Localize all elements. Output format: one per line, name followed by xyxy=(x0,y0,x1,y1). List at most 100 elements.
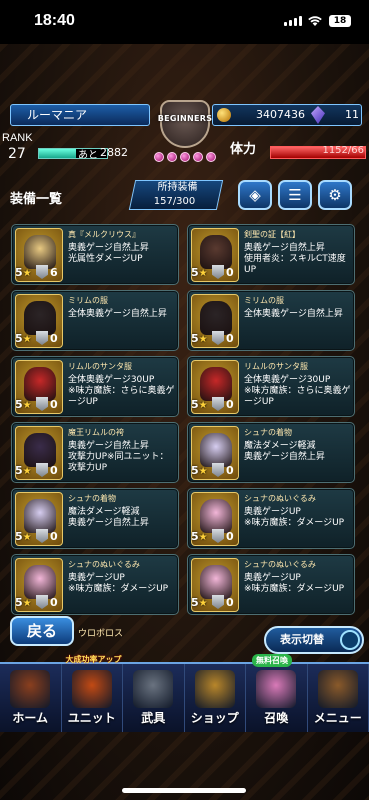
owned-equipment-counter: 所持装備 157/300 xyxy=(128,180,224,210)
gem-icon xyxy=(193,152,204,162)
equipment-card[interactable]: 5★ 0 シュナの着物 魔法ダメージ軽減 奥義ゲージ自然上昇 xyxy=(11,488,179,549)
star-rarity: 5★ xyxy=(15,398,32,411)
nav-item[interactable]: ホーム xyxy=(0,664,62,732)
star-rarity: 5★ xyxy=(191,464,208,477)
equipment-card[interactable]: 5★ 0 リムルのサンタ服 全体奥義ゲージ30UP ※味方魔族：さらに奥義ゲージUP xyxy=(187,356,355,417)
equipment-card[interactable]: 5★ 0 シュナのぬいぐるみ 奥義ゲージUP ※味方魔族：ダメージUP xyxy=(187,488,355,549)
sort-button[interactable]: ☰ xyxy=(278,180,312,210)
cellular-signal-icon xyxy=(284,16,302,26)
star-icon: ★ xyxy=(22,532,32,543)
nav-item[interactable]: 武具 xyxy=(123,664,185,732)
equipment-card[interactable]: 5★ 0 シュナのぬいぐるみ 奥義ゲージUP ※味方魔族：ダメージUP xyxy=(11,554,179,615)
enhance-level: 0 xyxy=(226,332,234,345)
equipment-card[interactable]: 5★ 0 シュナの着物 魔法ダメージ軽減 奥義ゲージ自然上昇 xyxy=(187,422,355,483)
nav-item[interactable]: メニュー xyxy=(308,664,369,732)
equipment-name: シュナの着物 xyxy=(244,428,292,437)
star-icon: ★ xyxy=(22,400,32,411)
equipment-card[interactable]: 5★ 0 ミリムの服 全体奥義ゲージ自然上昇 xyxy=(187,290,355,351)
nav-badge: 無料召喚 xyxy=(252,654,292,667)
emblem-gems xyxy=(152,152,218,162)
refresh-icon xyxy=(340,630,360,650)
settings-button[interactable]: ⚙ xyxy=(318,180,352,210)
nav-item[interactable]: 無料召喚 召喚 xyxy=(246,654,308,732)
equipment-card[interactable]: 5★ 6 真『メルクリウス』 奥義ゲージ自然上昇 光属性ダメージUP xyxy=(11,224,179,285)
stamina-label: 体力 xyxy=(230,142,257,157)
sliders-icon: ☰ xyxy=(288,186,302,204)
equipment-name: ミリムの服 xyxy=(68,296,108,305)
star-icon: ★ xyxy=(22,268,32,279)
enhance-level: 0 xyxy=(50,332,58,345)
equipment-effect: 全体奥義ゲージ自然上昇 xyxy=(68,309,167,319)
gem-icon xyxy=(206,152,217,162)
equipment-effect: 奥義ゲージ自然上昇 光属性ダメージUP xyxy=(68,243,149,264)
star-icon: ★ xyxy=(22,598,32,609)
equipment-art-icon xyxy=(200,301,232,335)
equipment-effect: 奥義ゲージUP ※味方魔族：ダメージUP xyxy=(68,573,169,594)
rank-value: 27 xyxy=(8,146,26,162)
nav-item[interactable]: ショップ xyxy=(185,664,246,732)
equipment-card[interactable]: 5★ 0 剣聖の証【紅】 奥義ゲージ自然上昇 使用者炎：スキルCT速度UP xyxy=(187,224,355,285)
equipment-name: シュナのぬいぐるみ xyxy=(68,560,140,569)
star-rarity: 5★ xyxy=(15,530,32,543)
star-icon: ★ xyxy=(198,598,208,609)
star-icon: ★ xyxy=(198,532,208,543)
equipment-name: リムルのサンタ服 xyxy=(68,362,132,371)
gem-icon xyxy=(179,152,190,162)
back-button[interactable]: 戻る xyxy=(10,616,74,646)
equipment-effect: 奥義ゲージUP ※味方魔族：ダメージUP xyxy=(244,573,345,594)
equipment-card[interactable]: 5★ 0 シュナのぬいぐるみ 奥義ゲージUP ※味方魔族：ダメージUP xyxy=(187,554,355,615)
bottom-navigation: ホーム 大成功率アップ ユニット武具 ショップ 無料召喚 召喚 メニュー xyxy=(0,654,369,732)
equipment-card[interactable]: 5★ 0 ミリムの服全体奥義ゲージ自然上昇 xyxy=(11,290,179,351)
partial-item-name: ウロボロス xyxy=(78,629,124,639)
enhance-level: 0 xyxy=(226,530,234,543)
star-rarity: 5★ xyxy=(191,596,208,609)
stamina-value: 1152/66 xyxy=(322,145,364,156)
equipment-art-icon xyxy=(24,565,56,599)
equipment-art-icon xyxy=(200,499,232,533)
enhance-level: 0 xyxy=(226,596,234,609)
star-rarity: 5★ xyxy=(15,266,32,279)
star-rarity: 5★ xyxy=(15,464,32,477)
star-icon: ★ xyxy=(198,268,208,279)
nav-icon xyxy=(317,670,358,708)
nav-badge: 大成功率アップ xyxy=(65,655,122,664)
equipment-card[interactable]: 5★ 0 リムルのサンタ服全体奥義ゲージ30UP ※味方魔族：さらに奥義ゲージUP xyxy=(11,356,179,417)
player-name[interactable]: ルーマニア xyxy=(10,104,150,126)
equipment-effect: 全体奥義ゲージ自然上昇 xyxy=(244,309,343,319)
enhance-level: 0 xyxy=(226,398,234,411)
equipment-name: 真『メルクリウス』 xyxy=(68,230,140,239)
gold-amount: 3407436 xyxy=(256,108,305,121)
equipment-name: 魔王リムルの袴 xyxy=(68,428,124,437)
game-screen: ルーマニア BEGINNERS 3407436 11 RANK 27 あと 28… xyxy=(0,44,369,800)
equipment-effect: 奥義ゲージUP ※味方魔族：ダメージUP xyxy=(244,507,345,528)
equipment-name: 剣聖の証【紅】 xyxy=(244,230,300,239)
nav-label: 武具 xyxy=(141,711,166,725)
nav-item[interactable]: 大成功率アップ ユニット xyxy=(62,655,123,732)
equipment-name: シュナの着物 xyxy=(68,494,116,503)
enhance-level: 0 xyxy=(50,398,58,411)
exp-prefix: あと xyxy=(78,150,98,161)
tag-icon: ◈ xyxy=(249,186,261,204)
equipment-art-icon xyxy=(200,235,232,269)
battery-icon: 18 xyxy=(329,15,351,27)
star-rarity: 5★ xyxy=(15,596,32,609)
currency-panel[interactable]: 3407436 11 xyxy=(212,104,362,126)
magic-stone-icon xyxy=(311,106,325,124)
equipment-card[interactable]: 5★ 0 魔王リムルの袴 奥義ゲージ自然上昇 攻撃力UP※同ユニット：攻撃力UP xyxy=(11,422,179,483)
display-toggle-button[interactable]: 表示切替 xyxy=(264,626,364,654)
equipment-effect: 全体奥義ゲージ30UP ※味方魔族：さらに奥義ゲージUP xyxy=(68,375,175,407)
equipment-art-icon xyxy=(200,433,232,467)
enhance-level: 0 xyxy=(226,464,234,477)
rank-label: RANK xyxy=(2,132,33,144)
equipment-header: 装備一覧 所持装備 157/300 ◈ ☰ ⚙ xyxy=(0,178,369,218)
star-icon: ★ xyxy=(198,466,208,477)
tag-filter-button[interactable]: ◈ xyxy=(238,180,272,210)
equipment-art-icon xyxy=(24,367,56,401)
enhance-level: 0 xyxy=(50,464,58,477)
wifi-icon xyxy=(308,16,322,26)
beginners-emblem[interactable]: BEGINNERS xyxy=(150,96,220,182)
gem-icon xyxy=(166,152,177,162)
star-icon: ★ xyxy=(22,466,32,477)
star-rarity: 5★ xyxy=(15,332,32,345)
star-icon: ★ xyxy=(22,334,32,345)
